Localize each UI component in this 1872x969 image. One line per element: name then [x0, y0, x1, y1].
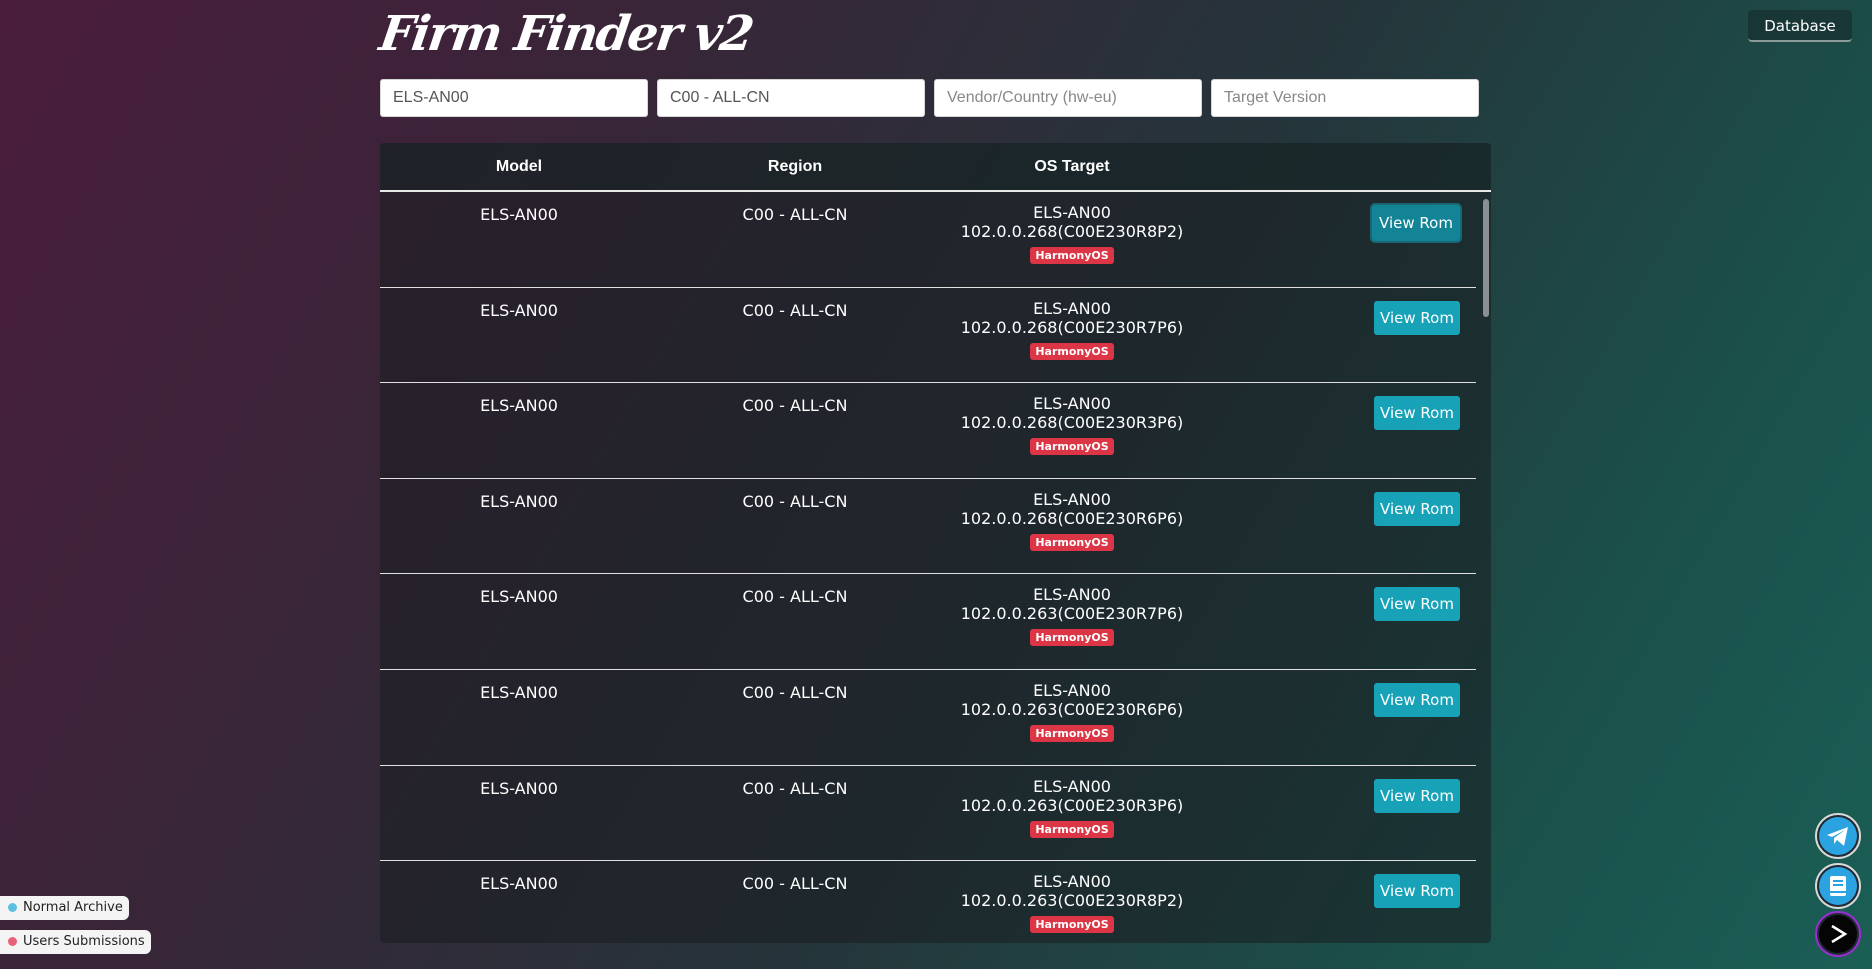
legend-dot: [8, 903, 17, 912]
view-rom-button[interactable]: View Rom: [1374, 874, 1460, 909]
cell-os-target: ELS-AN00 102.0.0.268(C00E230R6P6) HarmonyO…: [932, 490, 1212, 551]
os-version: 102.0.0.263(C00E230R6P6): [960, 699, 1184, 719]
view-rom-button[interactable]: View Rom: [1374, 682, 1460, 717]
telegram-icon: [1819, 817, 1857, 855]
table-row: ELS-AN00 C00 - ALL-CN ELS-AN00 102.0.0.268(…: [380, 479, 1476, 575]
cell-action: View Rom: [1212, 299, 1476, 335]
harmonyos-badge: HarmonyOS: [1030, 438, 1114, 456]
cell-action: View Rom: [1212, 872, 1476, 909]
cell-model: ELS-AN00: [480, 396, 558, 416]
harmonyos-badge: HarmonyOS: [1030, 629, 1114, 647]
view-rom-button[interactable]: View Rom: [1372, 205, 1460, 241]
page-title: Firm Finder v2: [376, 6, 756, 62]
legend-normal-archive: Normal Archive: [0, 896, 129, 920]
cell-os-target: ELS-AN00 102.0.0.263(C00E230R7P6) HarmonyO…: [932, 585, 1212, 647]
harmonyos-badge: HarmonyOS: [1030, 247, 1114, 264]
table-body: ELS-AN00 C00 - ALL-CN ELS-AN00 102.0.0.268(…: [380, 192, 1491, 943]
view-rom-button[interactable]: View Rom: [1374, 587, 1460, 622]
cell-region: C00 - ALL-CN: [742, 587, 848, 607]
legend-label: Users Submissions: [23, 934, 145, 949]
cell-region: C00 - ALL-CN: [742, 491, 848, 511]
cell-action: View Rom: [1212, 777, 1476, 813]
cell-action: View Rom: [1212, 394, 1476, 431]
book-icon: [1819, 867, 1857, 905]
view-rom-button[interactable]: View Rom: [1374, 491, 1460, 526]
os-version: 102.0.0.263(C00E230R3P6): [960, 795, 1184, 815]
view-rom-button[interactable]: View Rom: [1374, 778, 1460, 813]
os-version: 102.0.0.263(C00E230R7P6): [960, 604, 1184, 624]
legend-label: Normal Archive: [23, 900, 123, 915]
harmonyos-badge: HarmonyOS: [1030, 342, 1114, 360]
cell-os-target: ELS-AN00 102.0.0.263(C00E230R6P6) HarmonyO…: [932, 681, 1212, 742]
harmonyos-badge: HarmonyOS: [1030, 820, 1114, 838]
cell-model: ELS-AN00: [480, 874, 558, 894]
next-button[interactable]: [1815, 911, 1861, 957]
cell-model: ELS-AN00: [480, 778, 558, 798]
cell-region: C00 - ALL-CN: [742, 778, 848, 798]
vendor-filter-input[interactable]: [934, 79, 1202, 117]
os-version: 102.0.0.268(C00E230R6P6): [960, 508, 1184, 528]
legend-dot: [8, 937, 17, 946]
table-row: ELS-AN00 C00 - ALL-CN ELS-AN00 102.0.0.268(…: [380, 383, 1476, 479]
cell-region: C00 - ALL-CN: [742, 205, 848, 224]
cell-region: C00 - ALL-CN: [742, 396, 848, 416]
filter-bar: [380, 79, 1479, 117]
cell-action: View Rom: [1212, 585, 1476, 622]
header-model: Model: [495, 157, 543, 175]
os-model: ELS-AN00: [1033, 776, 1111, 796]
table-row: ELS-AN00 C00 - ALL-CN ELS-AN00 102.0.0.263(…: [380, 766, 1476, 862]
cell-model: ELS-AN00: [480, 682, 558, 702]
legend-users-submissions: Users Submissions: [0, 930, 151, 954]
os-version: 102.0.0.268(C00E230R3P6): [960, 413, 1184, 433]
harmonyos-badge: HarmonyOS: [1030, 533, 1114, 551]
cell-os-target: ELS-AN00 102.0.0.268(C00E230R8P2) HarmonyO…: [932, 203, 1212, 264]
cell-region: C00 - ALL-CN: [742, 682, 848, 702]
table-header: Model Region OS Target: [380, 143, 1491, 192]
docs-button[interactable]: [1815, 863, 1861, 909]
os-version: 102.0.0.268(C00E230R8P2): [960, 222, 1184, 241]
database-button[interactable]: Database: [1748, 10, 1852, 42]
harmonyos-badge: HarmonyOS: [1030, 724, 1114, 742]
cell-model: ELS-AN00: [480, 491, 558, 511]
table-row: ELS-AN00 C00 - ALL-CN ELS-AN00 102.0.0.268(…: [380, 288, 1476, 384]
table-scrollbar[interactable]: [1483, 199, 1489, 317]
model-filter-input[interactable]: [380, 79, 648, 117]
rom-table: Model Region OS Target ELS-AN00 C00 - ALL…: [380, 143, 1491, 943]
telegram-button[interactable]: [1815, 813, 1861, 859]
cell-model: ELS-AN00: [480, 300, 558, 320]
os-model: ELS-AN00: [1033, 394, 1111, 414]
table-row: ELS-AN00 C00 - ALL-CN ELS-AN00 102.0.0.268(…: [380, 192, 1476, 288]
os-version: 102.0.0.263(C00E230R8P2): [960, 891, 1184, 911]
os-model: ELS-AN00: [1033, 680, 1111, 700]
arrow-right-icon: [1819, 915, 1857, 953]
cell-os-target: ELS-AN00 102.0.0.263(C00E230R8P2) HarmonyO…: [932, 872, 1212, 934]
view-rom-button[interactable]: View Rom: [1374, 300, 1460, 335]
cell-model: ELS-AN00: [480, 587, 558, 607]
cell-os-target: ELS-AN00 102.0.0.268(C00E230R7P6) HarmonyO…: [932, 299, 1212, 360]
os-model: ELS-AN00: [1033, 872, 1111, 892]
cell-region: C00 - ALL-CN: [742, 874, 848, 894]
cell-os-target: ELS-AN00 102.0.0.268(C00E230R3P6) HarmonyO…: [932, 394, 1212, 456]
harmonyos-badge: HarmonyOS: [1030, 916, 1114, 934]
table-row: ELS-AN00 C00 - ALL-CN ELS-AN00 102.0.0.263(…: [380, 861, 1476, 943]
table-row: ELS-AN00 C00 - ALL-CN ELS-AN00 102.0.0.263(…: [380, 670, 1476, 766]
cell-model: ELS-AN00: [480, 205, 558, 224]
header-os-target: OS Target: [1034, 157, 1110, 175]
os-version: 102.0.0.268(C00E230R7P6): [960, 317, 1184, 337]
cell-region: C00 - ALL-CN: [742, 300, 848, 320]
cell-action: View Rom: [1212, 681, 1476, 717]
version-filter-input[interactable]: [1211, 79, 1479, 117]
table-row: ELS-AN00 C00 - ALL-CN ELS-AN00 102.0.0.263(…: [380, 574, 1476, 670]
cell-action: View Rom: [1212, 203, 1476, 241]
header-region: Region: [767, 157, 823, 175]
os-model: ELS-AN00: [1033, 585, 1111, 605]
view-rom-button[interactable]: View Rom: [1374, 396, 1460, 431]
os-model: ELS-AN00: [1033, 298, 1111, 318]
cell-action: View Rom: [1212, 490, 1476, 526]
os-model: ELS-AN00: [1033, 203, 1111, 222]
os-model: ELS-AN00: [1033, 489, 1111, 509]
cell-os-target: ELS-AN00 102.0.0.263(C00E230R3P6) HarmonyO…: [932, 777, 1212, 838]
region-filter-input[interactable]: [657, 79, 925, 117]
